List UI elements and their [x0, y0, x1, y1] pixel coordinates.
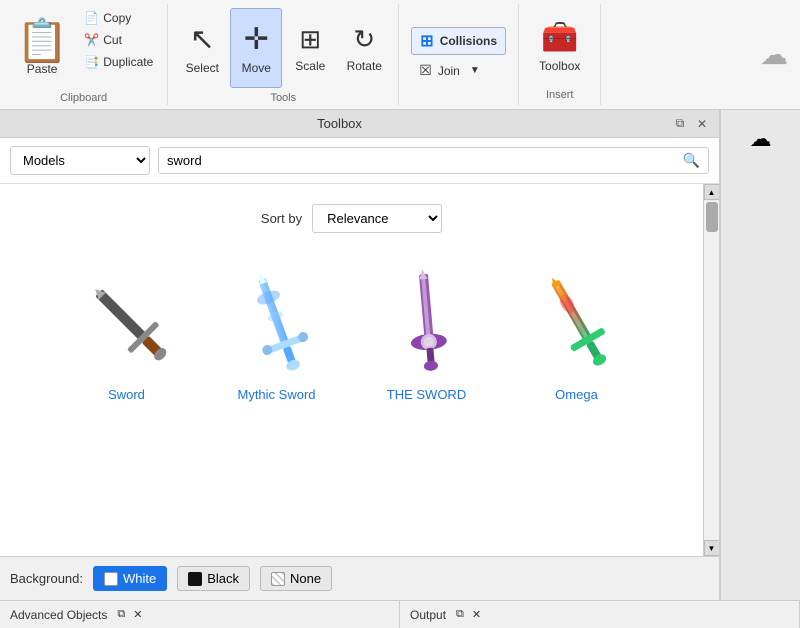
paste-icon: 📋: [16, 20, 68, 62]
toolbox-content: Sort by Relevance: [0, 184, 703, 556]
item-name-sword: Sword: [108, 387, 145, 402]
scroll-up-button[interactable]: ▲: [704, 184, 720, 200]
background-bar: Background: White Black None: [0, 556, 719, 600]
collisions-group: ⊞ Collisions ☒ Join ▼: [399, 4, 519, 105]
bottom-panels: Advanced Objects ⧉ ✕ Output ⧉ ✕: [0, 600, 800, 628]
scroll-down-button[interactable]: ▼: [704, 540, 720, 556]
toolbox-icon: 🧰: [541, 20, 578, 55]
item-name-mythic: Mythic Sword: [237, 387, 315, 402]
the-sword-svg: [372, 266, 482, 376]
copy-icon: 📄: [84, 11, 99, 25]
collisions-icon: ⊞: [420, 31, 433, 51]
list-item[interactable]: Mythic Sword: [207, 253, 347, 410]
black-label: Black: [207, 571, 239, 586]
tools-group: ↖ Select ✛ Move ⊞ Scale ↻ Rotate Tools: [168, 4, 399, 105]
paste-label[interactable]: Paste: [27, 62, 58, 76]
close-output-icon: ✕: [472, 608, 481, 621]
cut-icon: ✂️: [84, 33, 99, 47]
advanced-objects-tab[interactable]: Advanced Objects ⧉ ✕: [0, 601, 400, 628]
duplicate-icon: 📑: [84, 55, 99, 69]
scale-button[interactable]: ⊞ Scale: [284, 8, 336, 88]
tools-label: Tools: [270, 88, 296, 104]
scale-icon: ⊞: [299, 24, 321, 55]
clipboard-group: 📋 Paste 📄 Copy ✂️ Cut 📑 Duplicate Clipbo…: [0, 4, 168, 105]
sidebar-cloud-button[interactable]: ☁: [736, 114, 786, 164]
cloud-icon: ☁: [760, 38, 788, 71]
background-label: Background:: [10, 571, 83, 586]
right-sidebar: ☁: [720, 110, 800, 600]
insert-group: 🧰 Toolbox Insert: [519, 4, 601, 105]
rotate-button[interactable]: ↻ Rotate: [338, 8, 390, 88]
none-background-button[interactable]: None: [260, 566, 332, 591]
none-label: None: [290, 571, 321, 586]
paste-area: 📋 Paste: [8, 8, 76, 88]
tools-buttons: ↖ Select ✛ Move ⊞ Scale ↻ Rotate: [176, 8, 390, 88]
toolbox-button[interactable]: 🧰 Toolbox: [531, 8, 588, 85]
omega-sword-svg: [522, 266, 632, 376]
items-grid: Sword: [10, 253, 693, 410]
white-background-button[interactable]: White: [93, 566, 167, 591]
join-dropdown-icon: ▼: [470, 65, 480, 76]
dock-output-icon: ⧉: [456, 608, 464, 621]
item-name-the-sword: THE SWORD: [387, 387, 466, 402]
sort-select[interactable]: Relevance: [312, 204, 442, 233]
dock-button[interactable]: ⧉: [671, 115, 689, 133]
sidebar-cloud-icon: ☁: [750, 126, 772, 152]
sword-svg: [72, 266, 182, 376]
clipboard-right: 📄 Copy ✂️ Cut 📑 Duplicate: [78, 8, 159, 72]
rotate-icon: ↻: [353, 24, 375, 55]
join-icon: ☒: [419, 62, 432, 79]
item-image-the-sword: [367, 261, 487, 381]
item-name-omega: Omega: [555, 387, 598, 402]
search-box: 🔍: [158, 147, 709, 174]
move-button[interactable]: ✛ Move: [230, 8, 282, 88]
close-button[interactable]: ✕: [693, 115, 711, 133]
cloud-area: ☁: [748, 4, 800, 105]
white-swatch: [104, 572, 118, 586]
sort-label: Sort by: [261, 211, 302, 226]
search-icon: 🔍: [683, 152, 700, 169]
clipboard-label: Clipboard: [60, 88, 107, 104]
copy-button[interactable]: 📄 Copy: [78, 8, 159, 28]
advanced-objects-label: Advanced Objects: [10, 608, 107, 622]
collisions-button[interactable]: ⊞ Collisions: [411, 27, 506, 55]
item-image-mythic: [217, 261, 337, 381]
select-icon: ↖: [190, 22, 215, 57]
scrollbar: ▲ ▼: [703, 184, 719, 556]
toolbox-title: Toolbox: [8, 116, 671, 131]
duplicate-button[interactable]: 📑 Duplicate: [78, 52, 159, 72]
black-background-button[interactable]: Black: [177, 566, 250, 591]
output-label: Output: [410, 608, 446, 622]
list-item[interactable]: Sword: [57, 253, 197, 410]
white-label: White: [123, 571, 156, 586]
item-image-omega: [517, 261, 637, 381]
select-button[interactable]: ↖ Select: [176, 8, 228, 88]
content-with-scrollbar: Sort by Relevance: [0, 184, 719, 556]
toolbar: 📋 Paste 📄 Copy ✂️ Cut 📑 Duplicate Clipbo…: [0, 0, 800, 110]
move-icon: ✛: [244, 22, 269, 57]
search-row: Models 🔍: [0, 138, 719, 184]
titlebar-icons: ⧉ ✕: [671, 115, 711, 133]
join-button[interactable]: ☒ Join ▼: [411, 59, 506, 82]
output-tab[interactable]: Output ⧉ ✕: [400, 601, 800, 628]
scroll-thumb[interactable]: [706, 202, 718, 232]
mythic-sword-svg: [222, 266, 332, 376]
list-item[interactable]: THE SWORD: [357, 253, 497, 410]
black-swatch: [188, 572, 202, 586]
sort-row: Sort by Relevance: [10, 194, 693, 253]
list-item[interactable]: Omega: [507, 253, 647, 410]
insert-label: Insert: [546, 85, 574, 101]
models-select[interactable]: Models: [10, 146, 150, 175]
main-area: Toolbox ⧉ ✕ Models 🔍 Sort by: [0, 110, 800, 600]
none-swatch: [271, 572, 285, 586]
search-input[interactable]: [167, 153, 679, 168]
toolbox-titlebar: Toolbox ⧉ ✕: [0, 110, 719, 138]
toolbox-panel: Toolbox ⧉ ✕ Models 🔍 Sort by: [0, 110, 720, 600]
item-image-sword: [67, 261, 187, 381]
dock-advanced-icon: ⧉: [117, 608, 125, 621]
close-advanced-icon: ✕: [133, 608, 142, 621]
cut-button[interactable]: ✂️ Cut: [78, 30, 159, 50]
scroll-track: [706, 202, 718, 538]
